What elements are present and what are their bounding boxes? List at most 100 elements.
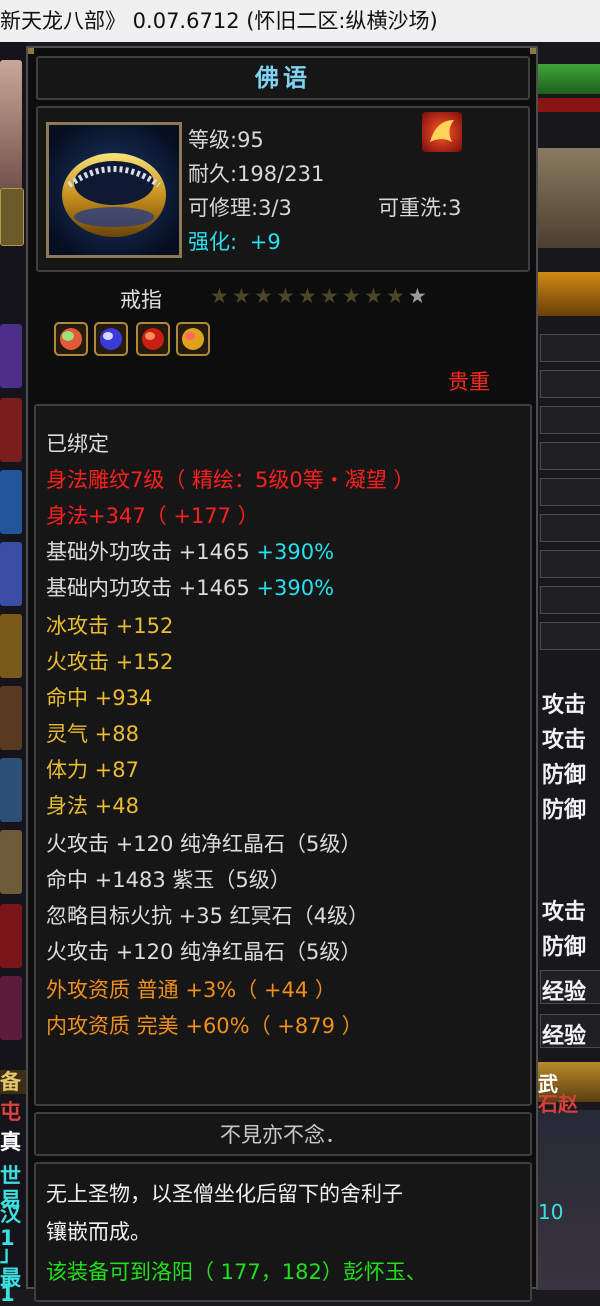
bg-text: 备 (0, 1070, 26, 1094)
item-tooltip: 佛语 等级:95 耐久:198/231 可修理:3/3 可重洗:3 强化: +9… (26, 46, 538, 1302)
frame-corner (28, 48, 34, 54)
star-icon: ★ (276, 284, 295, 308)
item-enhance: 强化: +9 (188, 226, 281, 256)
item-description: 无上圣物，以圣僧坐化后留下的舍利子 镶嵌而成。 该装备可到洛阳（ 177，182… (34, 1162, 532, 1302)
window-title: 新天龙八部》 0.07.6712 (怀旧二区:纵横沙场) (0, 9, 438, 33)
attribute-line: 命中 +934 (46, 686, 153, 710)
stat-label: 防御 (542, 935, 587, 960)
bg-text: 10 (538, 1200, 564, 1224)
skill-slot-icon[interactable] (0, 976, 22, 1040)
attribute-line: 灵气 +88 (46, 722, 139, 746)
stat-row (540, 622, 600, 650)
item-durability: 耐久:198/231 (188, 162, 325, 186)
left-background-panel: 备 屯 真 世易 汉1 」最 1 (0, 42, 26, 1306)
stat-label: 防御 (542, 763, 587, 788)
portrait-image (0, 60, 22, 200)
window-title-bar: 新天龙八部》 0.07.6712 (怀旧二区:纵横沙场) (0, 0, 600, 42)
stat-row (540, 586, 600, 614)
skill-slot-icon[interactable] (0, 904, 22, 968)
stat-label: 经验 (542, 980, 587, 1005)
banner-button[interactable] (536, 272, 600, 316)
stat-row (540, 406, 600, 434)
skill-slot-icon[interactable] (0, 758, 22, 822)
stat-row (540, 442, 600, 470)
description-hint: 该装备可到洛阳（ 177，182）彭怀玉、 (46, 1260, 427, 1284)
stat-label: 攻击 (542, 728, 587, 753)
star-icon: ★ (342, 284, 361, 308)
attribute-line: 基础内功攻击 +1465 +390% (46, 572, 334, 602)
attribute-line: 身法 +48 (46, 794, 139, 818)
gem-attribute-line: 命中 +1483 紫玉（5级） (46, 868, 291, 892)
star-icon: ★ (364, 284, 383, 308)
gem-attribute-line: 火攻击 +120 纯净红晶石（5级） (46, 940, 362, 964)
item-name-box: 佛语 (36, 56, 530, 100)
stat-row (540, 334, 600, 362)
star-icon: ★ (232, 284, 251, 308)
item-rarity: 贵重 (448, 370, 490, 394)
attribute-line: 基础外功攻击 +1465 +390% (46, 536, 334, 566)
dragon-seal-icon (422, 112, 462, 152)
star-icon: ★ (408, 284, 427, 308)
stat-row (540, 514, 600, 542)
target-portrait (536, 148, 600, 248)
item-quote: 不見亦不念． (220, 1123, 346, 1147)
star-icon: ★ (386, 284, 405, 308)
star-icon: ★ (210, 284, 229, 308)
stat-row (540, 478, 600, 506)
star-icon: ★ (320, 284, 339, 308)
hp-bar (536, 64, 600, 94)
enhance-label: 强化: (188, 230, 238, 254)
green-gem-icon (54, 322, 88, 356)
stat-label: 攻击 (542, 900, 587, 925)
gem-attribute-line: 火攻击 +120 纯净红晶石（5级） (46, 832, 362, 856)
item-quote-box: 不見亦不念． (34, 1112, 532, 1156)
red-gem-icon (136, 322, 170, 356)
item-level: 等级:95 (188, 128, 264, 152)
skill-slot-icon[interactable] (0, 614, 22, 678)
description-line: 无上圣物，以圣僧坐化后留下的舍利子 (46, 1182, 403, 1206)
attribute-bound: 已绑定 (46, 432, 109, 456)
blue-gem-icon (94, 322, 128, 356)
enhance-value: +9 (249, 230, 281, 254)
attribute-bonus: +390% (256, 540, 335, 564)
item-repairable: 可修理:3/3 (188, 196, 292, 220)
skill-slot-icon[interactable] (0, 542, 22, 606)
star-icon: ★ (298, 284, 317, 308)
attribute-text: 基础外功攻击 +1465 (46, 540, 257, 564)
stat-label: 防御 (542, 798, 587, 823)
skill-slot-icon[interactable] (0, 470, 22, 534)
attribute-bonus: +390% (256, 576, 335, 600)
attribute-line: 身法+347（ +177 ） (46, 504, 259, 528)
skill-slot-icon[interactable] (0, 830, 22, 894)
stat-row (540, 370, 600, 398)
skill-slot-icon[interactable] (0, 324, 22, 388)
yellow-gem-icon (176, 322, 210, 356)
gold-ring-icon (46, 122, 182, 258)
star-icon: ★ (254, 284, 273, 308)
right-background-panel: 攻击 攻击 防御 防御 攻击 防御 经验 经验 武 石赵 10 (536, 42, 600, 1290)
item-header: 等级:95 耐久:198/231 可修理:3/3 可重洗:3 强化: +9 (36, 106, 530, 272)
skill-slot-icon[interactable] (0, 398, 22, 462)
attribute-line: 冰攻击 +152 (46, 614, 174, 638)
attribute-text: 基础内功攻击 +1465 (46, 576, 257, 600)
bg-text: 石赵 (538, 1092, 578, 1116)
stat-label: 攻击 (542, 693, 587, 718)
item-type: 戒指 (120, 288, 162, 312)
portrait-frame-icon (0, 188, 24, 246)
bg-text: 1 (0, 1282, 15, 1306)
frame-corner (530, 48, 536, 54)
skill-slot-icon[interactable] (0, 686, 22, 750)
attribute-line: 身法雕纹7级（ 精绘：5级0等・凝望 ） (46, 468, 415, 492)
stat-label: 经验 (542, 1024, 587, 1049)
stat-row (540, 550, 600, 578)
bg-text: 屯 (0, 1100, 21, 1124)
item-rewash: 可重洗:3 (378, 196, 462, 220)
description-line: 镶嵌而成。 (46, 1220, 151, 1244)
aptitude-line: 内攻资质 完美 +60%（ +879 ） (46, 1014, 363, 1038)
mp-bar (536, 98, 600, 112)
item-name: 佛语 (255, 63, 311, 92)
attribute-line: 火攻击 +152 (46, 650, 174, 674)
gem-attribute-line: 忽略目标火抗 +35 红冥石（4级） (46, 904, 370, 928)
attribute-line: 体力 +87 (46, 758, 139, 782)
bg-text: 真 (0, 1130, 21, 1154)
